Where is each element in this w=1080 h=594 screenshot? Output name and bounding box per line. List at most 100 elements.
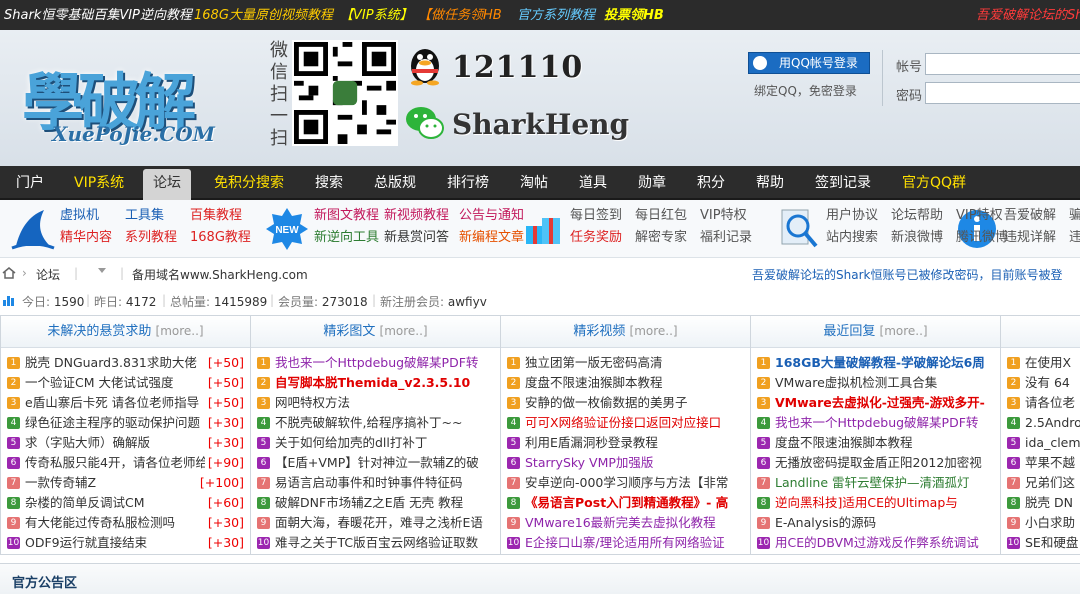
thread-item[interactable]: 8 杂楼的简单反调试CM [+60]	[7, 493, 250, 513]
thread-item[interactable]: 5 利用E盾漏洞秒登录教程	[507, 433, 750, 453]
column-title[interactable]: 精彩图文	[323, 324, 375, 339]
quicklink-2-2[interactable]: VIP特权	[700, 205, 747, 227]
thread-title[interactable]: VMware16最新完美去虚拟化教程	[525, 515, 716, 530]
thread-item[interactable]: 8 破解DNF市场辅Z之E盾 无壳 教程	[257, 493, 500, 513]
thread-title[interactable]: e盾山寨后卡死 请各位老师指导	[25, 395, 199, 410]
thread-title[interactable]: 在使用X	[1025, 355, 1071, 370]
thread-title[interactable]: 利用E盾漏洞秒登录教程	[525, 435, 658, 450]
thread-item[interactable]: 5 ida_clem	[1007, 433, 1080, 453]
thread-title[interactable]: 苹果不越	[1025, 455, 1075, 470]
more-link[interactable]: [more..]	[880, 324, 928, 338]
thread-title[interactable]: VMware虚拟机检测工具合集	[775, 375, 937, 390]
quicklink-0-4[interactable]: 系列教程	[125, 227, 177, 249]
more-link[interactable]: [more..]	[630, 324, 678, 338]
thread-item[interactable]: 6 【E盾+VMP】针对神泣一款辅Z的破	[257, 453, 500, 473]
thread-title[interactable]: 《易语言Post入门到精通教程》- 高	[525, 495, 728, 510]
thread-title[interactable]: 我也来一个Httpdebug破解某PDF转	[275, 355, 478, 370]
thread-title[interactable]: 逆向黑科技]适用CE的Ultimap与	[775, 495, 958, 510]
topbar-link-5[interactable]: 投票领HB	[604, 8, 664, 24]
column-title[interactable]: 最近回复	[823, 324, 875, 339]
thread-title[interactable]: 用CE的DBVM过游戏反作弊系统调试	[775, 535, 979, 550]
nav-item-4[interactable]: 搜索	[315, 166, 343, 200]
topbar-right-link[interactable]: 吾爱破解论坛的Sh	[976, 8, 1080, 24]
thread-title[interactable]: 可可X网络验证份接口返回对应接口	[525, 415, 721, 430]
nav-item-2[interactable]: 论坛	[143, 169, 191, 200]
thread-item[interactable]: 4 不脱壳破解软件,给程序搞补丁~~	[257, 413, 500, 433]
nav-item-5[interactable]: 总版规	[374, 166, 416, 200]
thread-item[interactable]: 7 兄弟们这	[1007, 473, 1080, 493]
thread-item[interactable]: 10 难寻之关于TC版百宝云网络验证取数	[257, 533, 500, 553]
thread-item[interactable]: 3 安静的做一枚偷数据的美男子	[507, 393, 750, 413]
thread-title[interactable]: 面朝大海，春暖花开，难寻之浅析E语	[275, 515, 483, 530]
thread-item[interactable]: 10 ODF9运行就直接结束 [+30]	[7, 533, 250, 553]
thread-item[interactable]: 9 VMware16最新完美去虚拟化教程	[507, 513, 750, 533]
thread-item[interactable]: 1 我也来一个Httpdebug破解某PDF转	[257, 353, 500, 373]
quicklink-1-2[interactable]: 公告与通知	[459, 205, 524, 227]
password-input[interactable]	[925, 82, 1080, 104]
quicklink-2-3[interactable]: 任务奖励	[570, 227, 622, 249]
quicklink-2-1[interactable]: 每日红包	[635, 205, 687, 227]
quicklink-1-0[interactable]: 新图文教程	[314, 205, 379, 227]
nav-item-3[interactable]: 免积分搜索	[214, 166, 284, 200]
thread-title[interactable]: 易语言启动事件和时钟事件特征码	[275, 475, 463, 490]
site-logo[interactable]: 學破解 XuePoJie.COM	[12, 48, 242, 158]
thread-title[interactable]: 独立团第一版无密码高清	[525, 355, 663, 370]
quicklink-0-3[interactable]: 精华内容	[60, 227, 112, 249]
thread-item[interactable]: 8 逆向黑科技]适用CE的Ultimap与	[757, 493, 1000, 513]
quicklink-3-4[interactable]: 新浪微博	[891, 227, 943, 249]
thread-item[interactable]: 2 VMware虚拟机检测工具合集	[757, 373, 1000, 393]
thread-title[interactable]: 我也来一个Httpdebug破解某PDF转	[775, 415, 978, 430]
thread-item[interactable]: 6 苹果不越	[1007, 453, 1080, 473]
quicklink-2-4[interactable]: 解密专家	[635, 227, 687, 249]
thread-item[interactable]: 3 VMware去虚拟化-过强壳-游戏多开-	[757, 393, 1000, 413]
thread-title[interactable]: 难寻之关于TC版百宝云网络验证取数	[275, 535, 478, 550]
thread-title[interactable]: 一款传奇辅Z	[25, 475, 96, 490]
thread-item[interactable]: 6 无播放密码提取金盾正阳2012加密视	[757, 453, 1000, 473]
thread-title[interactable]: VMware去虚拟化-过强壳-游戏多开-	[775, 395, 985, 410]
thread-title[interactable]: 有大佬能过传奇私服检测吗	[25, 515, 175, 530]
quicklink-0-0[interactable]: 虚拟机	[60, 205, 99, 227]
thread-item[interactable]: 9 小白求助	[1007, 513, 1080, 533]
thread-item[interactable]: 2 自写脚本脱Themida_v2.3.5.10	[257, 373, 500, 393]
topbar-link-3[interactable]: 【做任务领HB	[418, 8, 502, 24]
scrolling-notice[interactable]: 吾爱破解论坛的Shark恒账号已被修改密码，目前账号被登	[752, 266, 1062, 283]
nav-item-8[interactable]: 道具	[579, 166, 607, 200]
thread-title[interactable]: ODF9运行就直接结束	[25, 535, 147, 550]
quicklink-3-2[interactable]: VIP特权	[956, 205, 1003, 227]
thread-item[interactable]: 2 一个验证CM 大佬试试强度 [+50]	[7, 373, 250, 393]
thread-title[interactable]: ida_clem	[1025, 435, 1080, 450]
thread-item[interactable]: 8 脱壳 DN	[1007, 493, 1080, 513]
thread-item[interactable]: 4 2.5Andro	[1007, 413, 1080, 433]
thread-item[interactable]: 5 关于如何给加壳的dll打补丁	[257, 433, 500, 453]
thread-item[interactable]: 9 E-Analysis的源码	[757, 513, 1000, 533]
thread-title[interactable]: 杂楼的简单反调试CM	[25, 495, 145, 510]
thread-title[interactable]: 不脱壳破解软件,给程序搞补丁~~	[275, 415, 462, 430]
thread-item[interactable]: 10 用CE的DBVM过游戏反作弊系统调试	[757, 533, 1000, 553]
nav-item-13[interactable]: 官方QQ群	[902, 166, 966, 200]
topbar-link-0[interactable]: Shark恒零基础百集VIP逆向教程	[4, 8, 192, 24]
thread-item[interactable]: 9 面朝大海，春暖花开，难寻之浅析E语	[257, 513, 500, 533]
nav-item-1[interactable]: VIP系统	[74, 166, 124, 200]
quicklink-3-5[interactable]: 腾讯微博	[956, 227, 1008, 249]
thread-title[interactable]: 脱壳 DN	[1025, 495, 1073, 510]
thread-title[interactable]: 2.5Andro	[1025, 415, 1080, 430]
thread-item[interactable]: 7 一款传奇辅Z [+100]	[7, 473, 250, 493]
thread-title[interactable]: 度盘不限速油猴脚本教程	[525, 375, 663, 390]
qq-login-button[interactable]: 用QQ帐号登录	[748, 52, 870, 74]
thread-item[interactable]: 2 没有 64	[1007, 373, 1080, 393]
more-link[interactable]: [more..]	[156, 324, 204, 338]
thread-item[interactable]: 10 SE和硬盘	[1007, 533, 1080, 553]
quicklink-3-1[interactable]: 论坛帮助	[891, 205, 943, 227]
quicklink-0-2[interactable]: 百集教程	[190, 205, 242, 227]
thread-item[interactable]: 3 网吧特权方法	[257, 393, 500, 413]
quicklink-4-1[interactable]: 骗	[1069, 205, 1080, 227]
thread-item[interactable]: 9 有大佬能过传奇私服检测吗 [+30]	[7, 513, 250, 533]
thread-item[interactable]: 5 度盘不限速油猴脚本教程	[757, 433, 1000, 453]
quicklink-4-0[interactable]: 吾爱破解	[1004, 205, 1056, 227]
topbar-link-4[interactable]: 官方系列教程	[517, 8, 595, 24]
thread-item[interactable]: 8 《易语言Post入门到精通教程》- 高	[507, 493, 750, 513]
thread-item[interactable]: 1 在使用X	[1007, 353, 1080, 373]
thread-title[interactable]: 无播放密码提取金盾正阳2012加密视	[775, 455, 982, 470]
column-title[interactable]: 未解决的悬赏求助	[47, 324, 151, 339]
thread-item[interactable]: 5 求（字贴大师）确解版 [+30]	[7, 433, 250, 453]
